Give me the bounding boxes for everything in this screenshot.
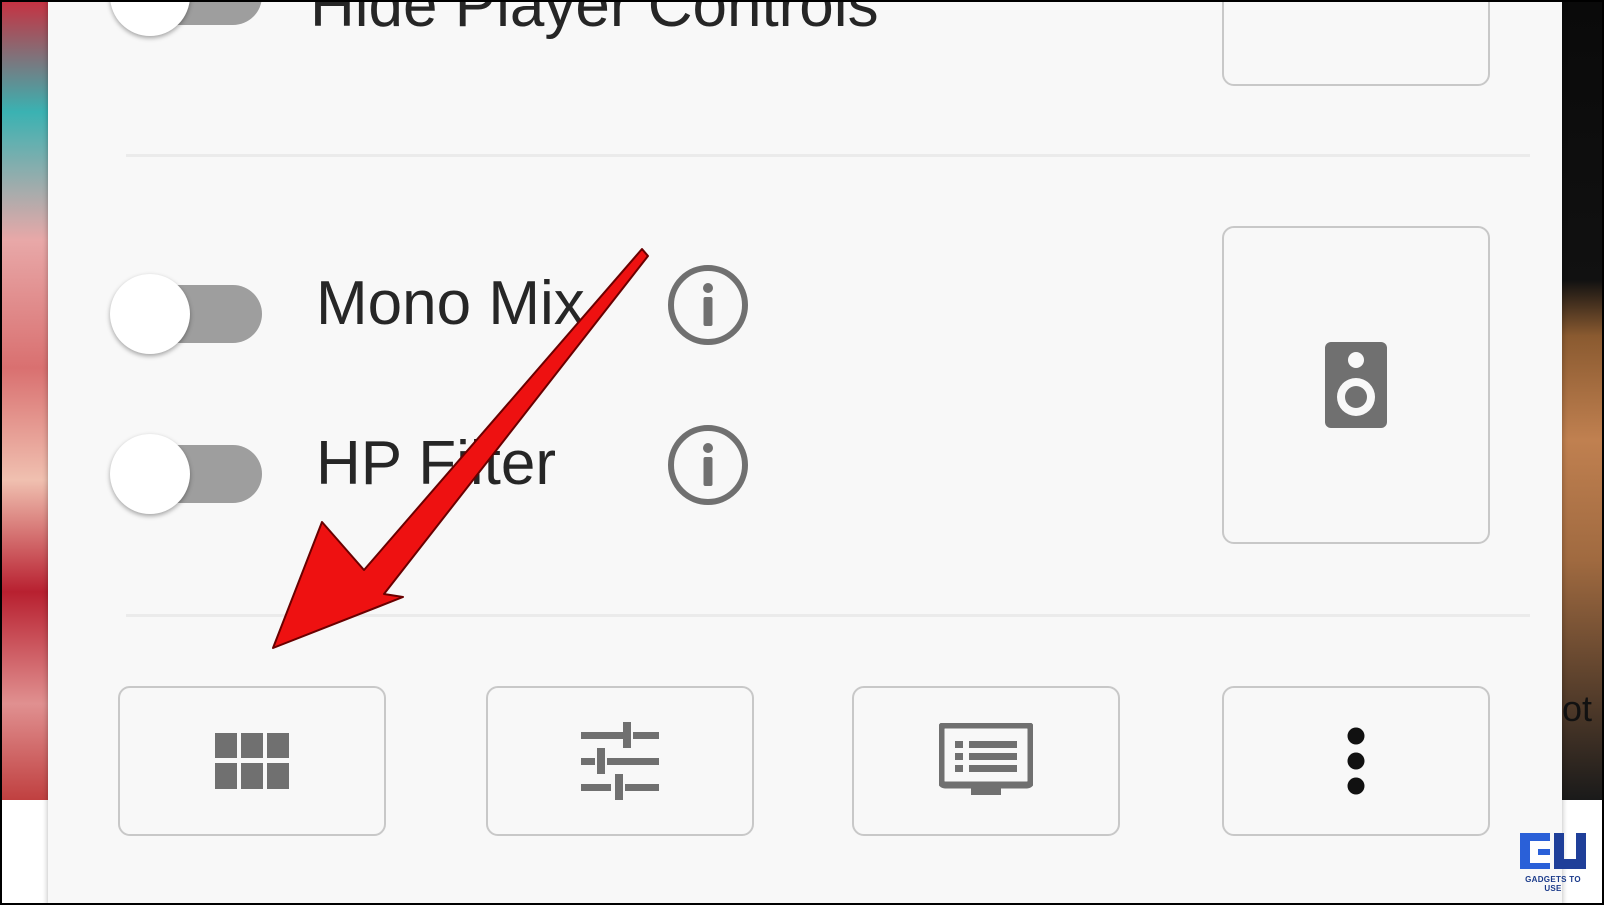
background-page-left	[0, 800, 48, 905]
hide-player-controls-toggle[interactable]	[110, 0, 262, 36]
toggle-knob	[110, 274, 190, 354]
more-options-button[interactable]	[1222, 686, 1490, 836]
mono-mix-label: Mono Mix	[316, 269, 585, 338]
equalizer-settings-button[interactable]	[486, 686, 754, 836]
sliders-icon	[581, 722, 659, 800]
speaker-icon	[1325, 342, 1387, 428]
player-settings-panel: Hide Player Controls Mono Mix HP Filter	[48, 0, 1562, 905]
audio-output-button[interactable]	[1222, 226, 1490, 544]
grid-view-button[interactable]	[118, 686, 386, 836]
section-divider	[126, 614, 1530, 617]
mono-mix-info-icon[interactable]	[666, 263, 750, 347]
toggle-knob	[110, 434, 190, 514]
hide-player-controls-label: Hide Player Controls	[310, 0, 879, 40]
hp-filter-info-icon[interactable]	[666, 423, 750, 507]
watermark-logo: GADGETS TO USE	[1516, 831, 1590, 893]
section-divider	[126, 154, 1530, 157]
more-vert-icon	[1347, 727, 1365, 795]
background-thumbnail-right	[1562, 0, 1604, 800]
mono-mix-toggle[interactable]	[110, 262, 262, 354]
hp-filter-toggle[interactable]	[110, 422, 262, 514]
toggle-knob	[110, 0, 190, 36]
watermark-tagline: GADGETS TO USE	[1525, 875, 1581, 893]
hp-filter-label: HP Filter	[316, 429, 557, 498]
top-side-button[interactable]	[1222, 0, 1490, 86]
background-thumbnail-left	[0, 0, 48, 800]
background-text-fragment: ot	[1562, 688, 1593, 729]
display-settings-button[interactable]	[852, 686, 1120, 836]
gadgets-to-use-logo-icon	[1520, 833, 1586, 869]
display-list-icon	[939, 723, 1033, 795]
grid-icon	[215, 733, 289, 789]
